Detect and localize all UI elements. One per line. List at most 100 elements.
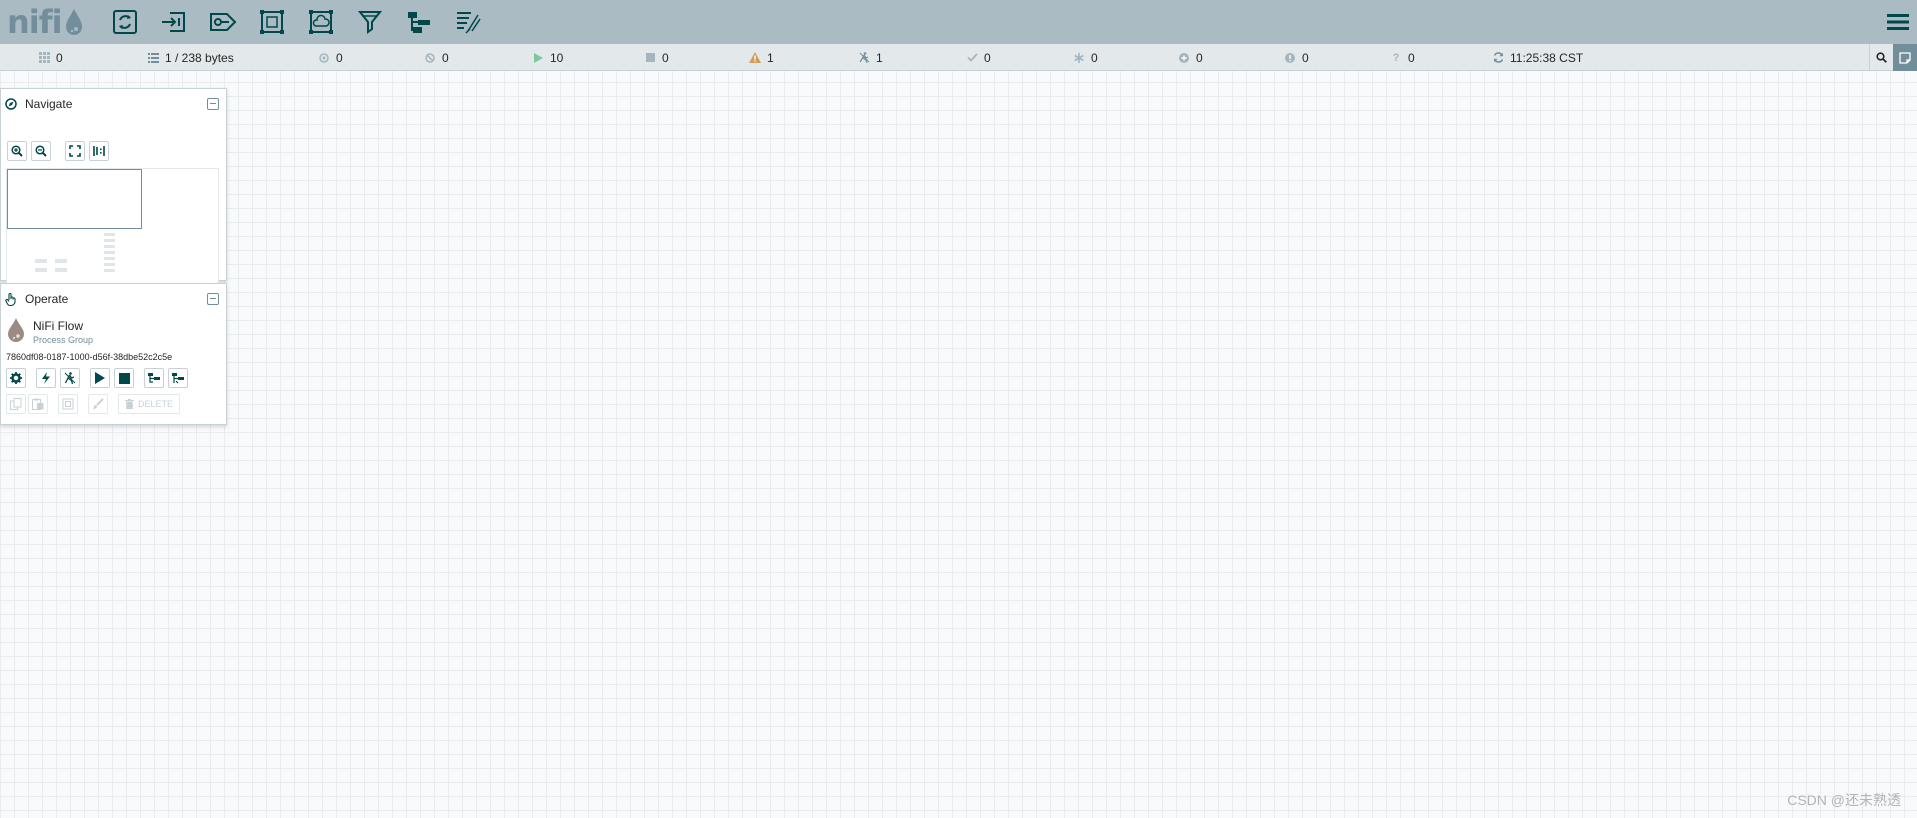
birdseye-component xyxy=(104,251,115,254)
process-group-button[interactable] xyxy=(247,0,296,44)
question-icon: ? xyxy=(1392,51,1400,64)
stopped-value: 0 xyxy=(662,50,669,65)
output-port-button[interactable] xyxy=(198,0,247,44)
actual-size-button[interactable] xyxy=(89,141,109,161)
search-icon xyxy=(1876,52,1887,63)
threads-icon xyxy=(38,52,50,63)
transmitting-value: 0 xyxy=(336,50,343,65)
navigate-header[interactable]: Navigate xyxy=(1,89,226,119)
stale-icon xyxy=(1178,52,1190,63)
not-transmitting-icon xyxy=(424,52,436,63)
running-icon xyxy=(532,52,544,63)
stat-invalid: 1 xyxy=(749,44,774,71)
stat-active-threads: 0 xyxy=(38,44,63,71)
logo-text: nifi xyxy=(7,3,63,41)
template-icon xyxy=(148,373,160,383)
template-icon xyxy=(407,12,430,33)
input-port-button[interactable] xyxy=(149,0,198,44)
delete-button[interactable]: DELETE xyxy=(118,394,181,414)
create-template-button[interactable] xyxy=(144,368,164,388)
operate-collapse-button[interactable] xyxy=(207,293,219,305)
disabled-icon xyxy=(858,52,870,63)
configure-button[interactable] xyxy=(6,368,26,388)
locally-modified-value: 0 xyxy=(1091,50,1098,65)
upload-template-button[interactable] xyxy=(168,368,188,388)
bulletin-board-button[interactable] xyxy=(1893,44,1917,71)
label-icon xyxy=(456,12,481,34)
output-port-icon xyxy=(209,13,236,31)
compass-icon xyxy=(5,98,17,110)
asterisk-icon xyxy=(1073,52,1085,63)
warning-icon xyxy=(749,52,761,63)
operate-header[interactable]: Operate xyxy=(1,284,226,314)
start-button[interactable] xyxy=(90,368,110,388)
search-button[interactable] xyxy=(1869,44,1893,71)
stat-queued: 1 / 238 bytes xyxy=(147,44,234,71)
birdseye-view[interactable] xyxy=(6,168,219,288)
queue-icon xyxy=(147,52,159,63)
color-button[interactable] xyxy=(88,394,108,414)
invalid-value: 1 xyxy=(767,50,774,65)
stat-last-refreshed[interactable]: 11:25:38 CST xyxy=(1492,44,1583,71)
zoom-out-icon xyxy=(35,145,47,157)
group-icon xyxy=(62,398,74,410)
last-refreshed-value: 11:25:38 CST xyxy=(1510,50,1584,65)
birdseye-component xyxy=(35,268,47,272)
disabled-value: 1 xyxy=(876,50,883,65)
fit-button[interactable] xyxy=(65,141,85,161)
zoom-in-button[interactable] xyxy=(7,141,27,161)
paste-button[interactable] xyxy=(28,394,48,414)
zoom-out-button[interactable] xyxy=(31,141,51,161)
processor-icon xyxy=(112,10,137,34)
navigate-controls xyxy=(7,141,109,161)
selected-component-id: 7860df08-0187-1000-d56f-38dbe52c2c5e xyxy=(6,352,173,362)
watermark: CSDN @还未熟透 xyxy=(1787,792,1901,808)
sync-failure-value: 0 xyxy=(1408,50,1415,65)
stat-running: 10 xyxy=(532,44,563,71)
copy-button[interactable] xyxy=(6,394,26,414)
stat-sync-failure: ? 0 xyxy=(1390,44,1415,71)
actual-size-icon xyxy=(93,146,105,156)
queued-value: 1 / 238 bytes xyxy=(165,50,234,65)
enable-button[interactable] xyxy=(36,368,56,388)
stat-locally-modified: 0 xyxy=(1073,44,1098,71)
birdseye-component xyxy=(55,268,67,272)
birdseye-component xyxy=(104,257,115,260)
not-transmitting-value: 0 xyxy=(442,50,449,65)
process-group-drop-icon xyxy=(8,318,24,342)
nifi-drop-icon xyxy=(65,9,82,35)
funnel-button[interactable] xyxy=(345,0,394,44)
fit-icon xyxy=(69,145,81,157)
processor-button[interactable] xyxy=(100,0,149,44)
remote-process-group-button[interactable] xyxy=(296,0,345,44)
selected-component-name: NiFi Flow xyxy=(33,319,83,333)
birdseye-component xyxy=(104,239,115,242)
flow-status-bar: 0 1 / 238 bytes 0 0 10 0 1 1 0 0 0 0 ? 0… xyxy=(0,44,1917,71)
process-group-icon xyxy=(259,10,284,34)
nifi-logo: nifi xyxy=(0,0,96,44)
selected-component-info: NiFi Flow Process Group xyxy=(7,317,93,345)
running-value: 10 xyxy=(550,50,564,65)
birdseye-component xyxy=(55,259,67,263)
stop-icon xyxy=(118,372,130,384)
template-button[interactable] xyxy=(394,0,443,44)
label-button[interactable] xyxy=(443,0,492,44)
group-button[interactable] xyxy=(58,394,78,414)
operate-actions-row-2: DELETE xyxy=(6,394,181,414)
birdseye-component xyxy=(104,233,115,236)
refresh-icon[interactable] xyxy=(1492,52,1504,63)
operate-actions-row-1 xyxy=(6,368,192,388)
locally-modified-and-stale-value: 0 xyxy=(1302,50,1309,65)
global-menu-button[interactable] xyxy=(1883,8,1913,36)
birdseye-viewport[interactable] xyxy=(7,169,142,229)
birdseye-component xyxy=(104,263,115,266)
stop-button[interactable] xyxy=(114,368,134,388)
paintbrush-icon xyxy=(93,398,104,409)
disable-button[interactable] xyxy=(60,368,80,388)
stat-disabled: 1 xyxy=(858,44,883,71)
remote-process-group-icon xyxy=(308,10,333,34)
navigate-collapse-button[interactable] xyxy=(207,98,219,110)
funnel-icon xyxy=(357,11,382,34)
navigate-title: Navigate xyxy=(25,97,73,111)
header-toolbar: nifi xyxy=(0,0,1917,44)
